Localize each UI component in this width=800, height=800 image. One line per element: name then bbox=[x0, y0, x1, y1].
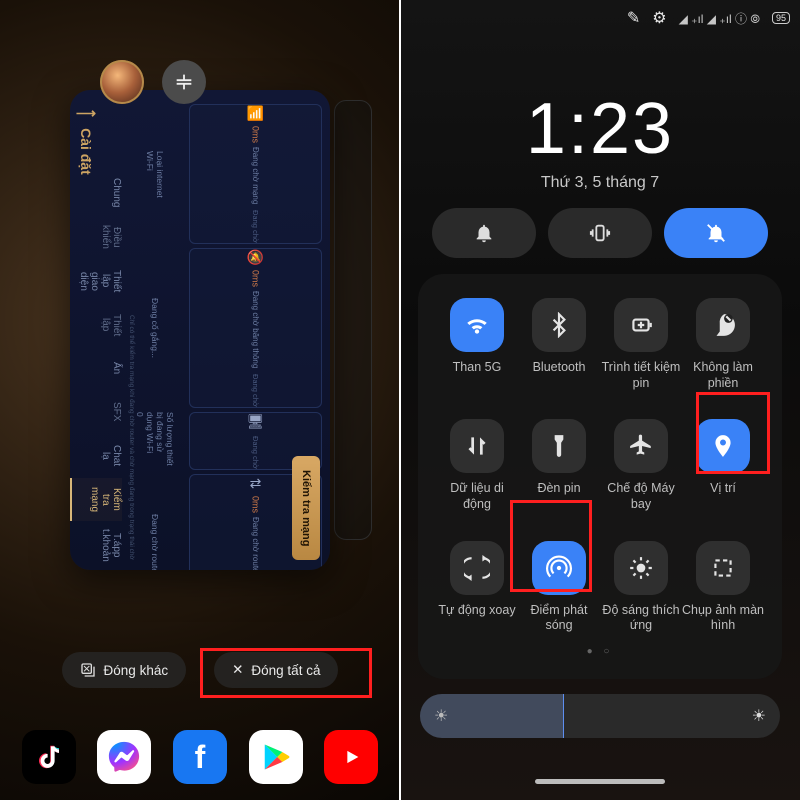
dock-facebook[interactable]: f bbox=[173, 730, 227, 784]
qs-tile-label: Than 5G bbox=[436, 360, 518, 390]
qs-tile-hotspot[interactable]: Điểm phát sóng bbox=[518, 541, 600, 634]
game-tab[interactable]: Chat lạ bbox=[70, 434, 122, 478]
screenshot-icon bbox=[696, 541, 750, 595]
close-others-icon bbox=[80, 662, 96, 678]
dock-tiktok[interactable] bbox=[22, 730, 76, 784]
brightness-high-icon: ☀ bbox=[752, 706, 766, 726]
screenshot-divider bbox=[399, 0, 401, 800]
data-icon bbox=[450, 419, 504, 473]
dock-playstore[interactable] bbox=[249, 730, 303, 784]
settings-gear-icon[interactable]: ⚙ bbox=[652, 8, 666, 28]
game-tab[interactable]: Kiểm tra mạng bbox=[70, 478, 122, 522]
bell-off-icon bbox=[704, 222, 728, 244]
split-icon bbox=[173, 71, 195, 93]
sound-mode-row bbox=[432, 208, 768, 258]
game-tab[interactable]: SFX bbox=[70, 390, 122, 434]
qs-tile-data[interactable]: Dữ liệu di động bbox=[436, 419, 518, 512]
bell-icon bbox=[473, 222, 495, 244]
vibrate-icon bbox=[588, 222, 612, 244]
network-diagnostic-grid: Loại internet Wi-Fi📶0msĐang chờ mạngĐang… bbox=[125, 104, 322, 515]
check-network-button[interactable]: Kiểm tra mạng bbox=[292, 456, 320, 560]
side-app-rail bbox=[334, 100, 372, 540]
messenger-icon bbox=[107, 740, 141, 774]
brightness-slider[interactable]: ☀ ☀ bbox=[420, 694, 780, 738]
qs-tile-label: Chế độ Máy bay bbox=[600, 481, 682, 512]
edit-icon[interactable]: ✎ bbox=[627, 8, 640, 28]
diag-row-header: Loại internet Wi-Fi bbox=[125, 104, 185, 244]
qs-tile-battery-saver[interactable]: Trình tiết kiệm pin bbox=[600, 298, 682, 391]
play-store-icon bbox=[261, 742, 291, 772]
page-dots: ● ○ bbox=[436, 646, 764, 657]
mode-mute[interactable] bbox=[664, 208, 768, 258]
brightness-low-icon: ☀ bbox=[434, 706, 448, 726]
hotspot-icon bbox=[532, 541, 586, 595]
qs-tile-label: Trình tiết kiệm pin bbox=[600, 360, 682, 391]
battery-indicator: 95 bbox=[772, 12, 790, 24]
wifi-icon bbox=[450, 298, 504, 352]
qs-tile-label: Đèn pin bbox=[518, 481, 600, 511]
location-icon bbox=[696, 419, 750, 473]
airplane-icon bbox=[614, 419, 668, 473]
close-all-button[interactable]: ✕ Đóng tất cả bbox=[214, 652, 338, 688]
game-tab[interactable]: Điều khiển bbox=[70, 215, 122, 259]
qs-tile-airplane[interactable]: Chế độ Máy bay bbox=[600, 419, 682, 512]
game-tab[interactable]: Thiết lập giao diện bbox=[70, 259, 122, 303]
qs-tile-rotate[interactable]: Tự động xoay bbox=[436, 541, 518, 634]
clock-date: Thứ 3, 5 tháng 7 bbox=[400, 174, 800, 192]
dnd-icon bbox=[696, 298, 750, 352]
rotate-icon bbox=[450, 541, 504, 595]
battery-saver-icon bbox=[614, 298, 668, 352]
app-dock: f bbox=[0, 730, 400, 784]
flashlight-icon bbox=[532, 419, 586, 473]
network-footnote: Chỉ có thể kiểm tra mạng khi đang chờ ro… bbox=[128, 315, 135, 560]
mode-sound[interactable] bbox=[432, 208, 536, 258]
quick-settings-screen: ✎ ⚙ ◢ ₊ıl ◢ ₊ıl ⓘ ⦾ 95 1:23 Thứ 3, 5 thá… bbox=[400, 0, 800, 800]
qs-tile-label: Bluetooth bbox=[518, 360, 600, 390]
qs-tile-label: Tự động xoay bbox=[436, 603, 518, 633]
recent-apps-screen: ⟵Cài đặt ChungĐiều khiểnThiết lập giao d… bbox=[0, 0, 400, 800]
youtube-icon bbox=[336, 746, 366, 768]
dock-youtube[interactable] bbox=[324, 730, 378, 784]
app-avatar[interactable] bbox=[100, 60, 144, 104]
qs-tile-adaptive[interactable]: Độ sáng thích ứng bbox=[600, 541, 682, 634]
nav-bar-pill[interactable] bbox=[535, 779, 665, 784]
qs-tile-flashlight[interactable]: Đèn pin bbox=[518, 419, 600, 512]
qs-tile-label: Điểm phát sóng bbox=[518, 603, 600, 634]
diag-cell: 🔕0msĐang chờ băng thôngĐang chờ bbox=[189, 248, 322, 408]
dock-messenger[interactable] bbox=[97, 730, 151, 784]
qs-tile-label: Không làm phiền bbox=[682, 360, 764, 391]
bluetooth-icon bbox=[532, 298, 586, 352]
qs-tile-location[interactable]: Vị trí bbox=[682, 419, 764, 512]
game-tab[interactable]: Thiết lập bbox=[70, 303, 122, 347]
game-tab[interactable]: T.ápp t.khoản bbox=[70, 521, 122, 570]
qs-tile-dnd[interactable]: Không làm phiền bbox=[682, 298, 764, 391]
game-tab[interactable]: Ẩn bbox=[70, 346, 122, 390]
qs-tile-bluetooth[interactable]: Bluetooth bbox=[518, 298, 600, 391]
quick-settings-sheet: Than 5GBluetoothTrình tiết kiệm pinKhông… bbox=[418, 274, 782, 679]
qs-tile-label: Dữ liệu di động bbox=[436, 481, 518, 512]
status-bar: ✎ ⚙ ◢ ₊ıl ◢ ₊ıl ⓘ ⦾ 95 bbox=[627, 8, 790, 28]
game-settings-tabs: ChungĐiều khiểnThiết lập giao diệnThiết … bbox=[70, 90, 122, 570]
qs-tile-label: Độ sáng thích ứng bbox=[600, 603, 682, 634]
split-screen-button[interactable] bbox=[162, 60, 206, 104]
diag-cell: 📶0msĐang chờ mạngĐang chờ bbox=[189, 104, 322, 244]
qs-tile-label: Chụp ảnh màn hình bbox=[682, 603, 764, 634]
clock-time: 1:23 bbox=[400, 88, 800, 170]
quick-settings-grid: Than 5GBluetoothTrình tiết kiệm pinKhông… bbox=[436, 298, 764, 634]
recent-app-card[interactable]: ⟵Cài đặt ChungĐiều khiểnThiết lập giao d… bbox=[70, 90, 330, 570]
game-tab[interactable]: Chung bbox=[70, 170, 122, 215]
tiktok-icon bbox=[34, 742, 64, 772]
close-others-button[interactable]: Đóng khác bbox=[62, 652, 187, 688]
close-icon: ✕ bbox=[232, 662, 243, 678]
facebook-icon: f bbox=[195, 739, 206, 776]
qs-tile-wifi[interactable]: Than 5G bbox=[436, 298, 518, 391]
adaptive-icon bbox=[614, 541, 668, 595]
qs-tile-label: Vị trí bbox=[682, 481, 764, 511]
mode-vibrate[interactable] bbox=[548, 208, 652, 258]
signal-icons: ◢ ₊ıl ◢ ₊ıl ⓘ ⦾ bbox=[679, 10, 760, 27]
qs-tile-screenshot[interactable]: Chụp ảnh màn hình bbox=[682, 541, 764, 634]
